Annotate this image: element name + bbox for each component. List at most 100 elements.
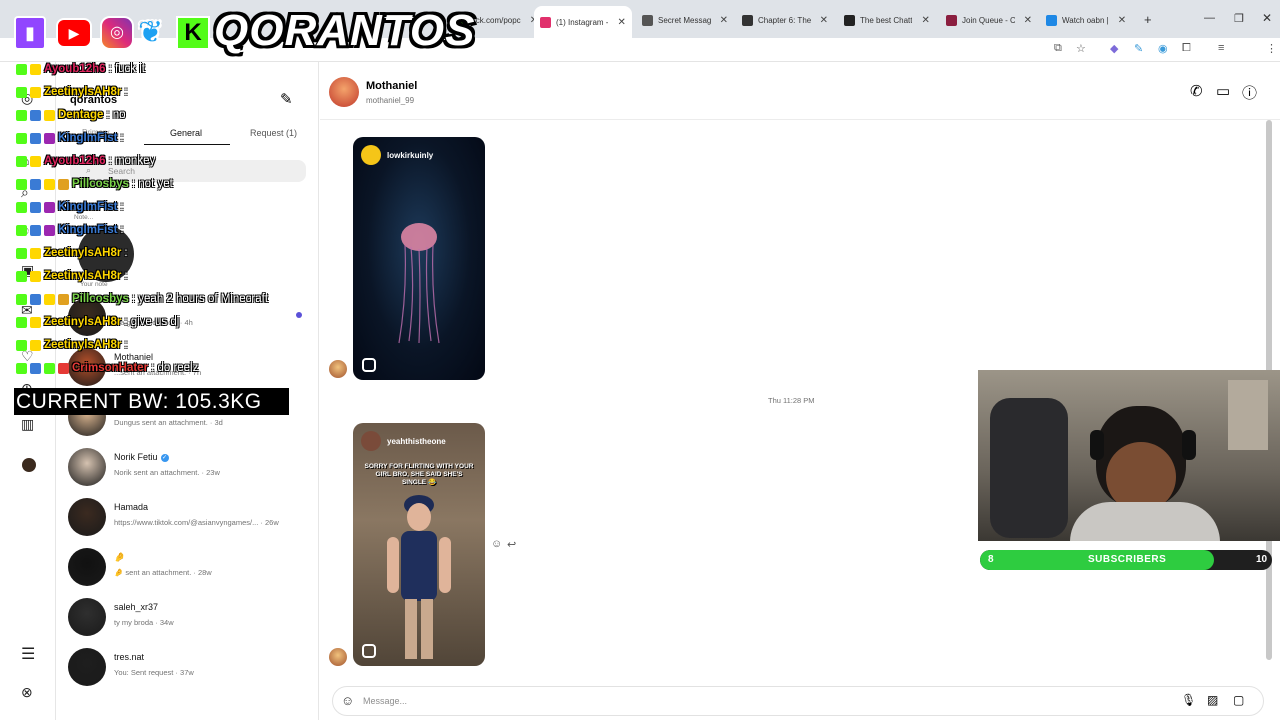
shared-reel[interactable]: yeahthistheone SORRY FOR FLIRTING WITH Y… (353, 423, 485, 666)
tab-favicon-icon (1046, 14, 1057, 26)
translate-extension-icon[interactable]: ✎ (1134, 42, 1143, 55)
audio-call-icon[interactable]: ✆ (1190, 82, 1203, 100)
sticker-icon[interactable]: ▢ (1233, 693, 1244, 707)
tab-close-icon[interactable]: ✕ (921, 15, 929, 26)
conversation-avatar (68, 548, 106, 586)
audio-extension-icon[interactable]: ◉ (1158, 42, 1168, 55)
browser-menu-icon[interactable]: ⋮ (1266, 42, 1277, 55)
stream-chat-message: Ayoub12h6: fuck it (16, 60, 145, 78)
tab-search-icon[interactable]: ≡ (1218, 42, 1224, 54)
sender-avatar (329, 360, 347, 378)
shared-reel[interactable]: lowkirkuinly (353, 137, 485, 380)
conversation-name: 🤌 (114, 552, 125, 563)
conversation-preview: Norik sent an attachment. · 23w (114, 468, 220, 477)
tab-favicon-icon (946, 14, 957, 26)
browser-tab[interactable]: (1) Instagram - ✕ (534, 6, 632, 38)
video-call-icon[interactable]: ▭ (1216, 82, 1230, 100)
tab-close-icon[interactable]: ✕ (820, 15, 828, 26)
tab-close-icon[interactable]: ✕ (1118, 15, 1126, 26)
browser-tab[interactable]: Join Queue - C ✕ (940, 8, 1038, 32)
jellyfish-image (398, 223, 440, 344)
chat-badge-icon (30, 316, 41, 328)
sender-avatar (329, 648, 347, 666)
contact-name[interactable]: Mothaniel (366, 80, 417, 92)
cast-icon[interactable]: ⧉ (1054, 42, 1062, 55)
conversation-item[interactable]: saleh_xr37 ty my broda · 34w (68, 598, 318, 642)
chat-username: CrimsonHater (72, 362, 149, 374)
browser-tab[interactable]: Chapter 6: The ✕ (736, 8, 834, 32)
tab-close-icon[interactable]: ✕ (720, 15, 728, 26)
chat-username: ZeetinylsAH8r (44, 339, 122, 351)
conversation-item[interactable]: tres.nat You: Sent request · 37w (68, 648, 318, 692)
chat-username: Pillcosbys (72, 293, 129, 305)
tab-close-icon[interactable]: ✕ (1024, 15, 1032, 26)
webcam-feed (978, 370, 1280, 541)
chat-message-text: : give us dj (124, 316, 180, 328)
emoji-picker-icon[interactable]: ☺ (341, 693, 354, 708)
chat-message-text: : (124, 339, 128, 351)
channel-name: QORANTOS (214, 6, 476, 55)
conversation-avatar (68, 498, 106, 536)
chat-badge-icon (30, 86, 41, 98)
conversation-item[interactable]: Hamada https://www.tiktok.com/@asianvynga… (68, 498, 318, 542)
reply-icon[interactable]: ↩ (507, 538, 516, 551)
chat-header: Mothaniel mothaniel_99 ✆ ▭ ⓘ (320, 62, 1280, 120)
chat-username: ZeetinylsAH8r (44, 247, 122, 259)
contact-avatar[interactable] (329, 77, 359, 107)
conversation-name-text: tres.nat (114, 652, 145, 662)
extensions-puzzle-icon[interactable]: ⧠ (1182, 42, 1191, 55)
verified-badge-icon: ✓ (160, 453, 169, 462)
chat-badge-icon (44, 224, 55, 236)
dashboard-icon[interactable]: ▥ (21, 416, 34, 433)
stream-chat-message: ZeetinylsAH8r: (16, 336, 128, 354)
chat-badge-icon (30, 63, 41, 75)
new-message-icon[interactable]: ✎ (280, 90, 293, 108)
close-window-button[interactable]: ✕ (1262, 11, 1272, 25)
chat-badge-icon (16, 132, 27, 144)
conversation-preview: https://www.tiktok.com/@asianvyngames/..… (114, 518, 279, 527)
subscriber-goal: 10 (1256, 554, 1268, 565)
message-input[interactable]: ☺ Message... 🎙 ▨ ▢ (332, 686, 1264, 716)
chat-badge-icon (44, 293, 55, 305)
chat-message-text: : (120, 201, 124, 213)
new-tab-button[interactable]: + (1144, 12, 1152, 27)
tab-requests[interactable]: Request (1) (250, 128, 297, 138)
browser-tab[interactable]: Watch oabn | ✕ (1040, 8, 1138, 32)
more-menu-icon[interactable]: ☰ (21, 644, 35, 664)
extension-icon[interactable]: ◆ (1110, 42, 1118, 55)
chat-badge-icon (30, 178, 41, 190)
tab-close-icon[interactable]: ✕ (617, 17, 625, 28)
conversation-info-icon[interactable]: ⓘ (1242, 82, 1257, 103)
tab-label: kick.com/popc (470, 15, 521, 25)
minimize-button[interactable]: — (1204, 12, 1215, 24)
tab-favicon-icon (540, 16, 551, 28)
conversation-item[interactable]: Norik Fetiu ✓ Norik sent an attachment. · … (68, 448, 318, 492)
react-emoji-icon[interactable]: ☺ (491, 538, 502, 550)
chat-badge-icon (16, 155, 27, 167)
chat-badge-icon (16, 109, 27, 121)
tab-label: Chapter 6: The (758, 15, 811, 25)
conversation-item[interactable]: 🤌 🤌 sent an attachment. · 28w (68, 548, 318, 592)
profile-icon[interactable] (22, 458, 36, 472)
conversation-preview: ty my broda · 34w (114, 618, 174, 627)
maximize-button[interactable]: ❐ (1234, 12, 1244, 25)
chat-username: KingImFist (58, 224, 118, 236)
voice-message-icon[interactable]: 🎙 (1181, 693, 1196, 707)
browser-tab[interactable]: Secret Messag ✕ (636, 8, 734, 32)
tab-favicon-icon (642, 14, 653, 26)
chat-username: KingImFist (58, 201, 118, 213)
chat-message-text: : yeah 2 hours of Minecraft (131, 293, 269, 305)
conversation-name: Norik Fetiu ✓ (114, 452, 169, 462)
chat-badge-icon (30, 270, 41, 282)
chat-badge-icon (16, 293, 27, 305)
chat-badge-icon (16, 247, 27, 259)
threads-icon[interactable]: ⊗ (21, 684, 33, 701)
tab-general[interactable]: General (170, 128, 202, 138)
reel-author-name: yeahthistheone (387, 436, 446, 446)
chat-badge-icon (30, 132, 41, 144)
image-upload-icon[interactable]: ▨ (1207, 693, 1218, 707)
browser-tab[interactable]: The best Chatt ✕ (838, 8, 936, 32)
bookmark-star-icon[interactable]: ☆ (1076, 42, 1086, 55)
chat-badge-icon (44, 362, 55, 374)
conversation-name-text: Hamada (114, 502, 149, 512)
